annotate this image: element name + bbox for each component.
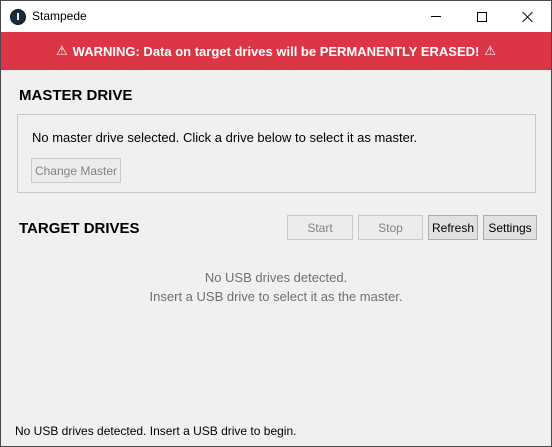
- status-bar-text: No USB drives detected. Insert a USB dri…: [15, 424, 297, 438]
- stop-button[interactable]: Stop: [358, 215, 423, 240]
- warning-icon: ⚠: [56, 43, 68, 58]
- app-window: Stampede ⚠ WARNING: Data on target drive…: [0, 0, 552, 447]
- maximize-button[interactable]: [459, 1, 505, 32]
- master-drive-panel: No master drive selected. Click a drive …: [17, 114, 536, 193]
- empty-drives-hint: Insert a USB drive to select it as the m…: [149, 289, 403, 304]
- empty-drives-message: No USB drives detected.: [204, 270, 348, 285]
- refresh-button[interactable]: Refresh: [428, 215, 478, 240]
- close-icon: [522, 11, 534, 23]
- minimize-icon: [431, 16, 441, 17]
- window-title: Stampede: [32, 9, 87, 23]
- close-button[interactable]: [505, 1, 551, 32]
- change-master-button[interactable]: Change Master: [31, 158, 121, 183]
- warning-text: WARNING: Data on target drives will be P…: [72, 43, 480, 59]
- master-drive-heading: MASTER DRIVE: [19, 87, 133, 104]
- target-drives-heading: TARGET DRIVES: [19, 220, 140, 237]
- minimize-button[interactable]: [413, 1, 459, 32]
- maximize-icon: [477, 11, 487, 22]
- settings-button[interactable]: Settings: [483, 215, 537, 240]
- stampede-app-icon: [10, 9, 26, 25]
- warning-icon: ⚠: [484, 43, 496, 58]
- start-button[interactable]: Start: [287, 215, 353, 240]
- title-bar[interactable]: Stampede: [1, 1, 551, 32]
- warning-banner: ⚠ WARNING: Data on target drives will be…: [1, 32, 551, 70]
- master-status-message: No master drive selected. Click a drive …: [32, 130, 418, 145]
